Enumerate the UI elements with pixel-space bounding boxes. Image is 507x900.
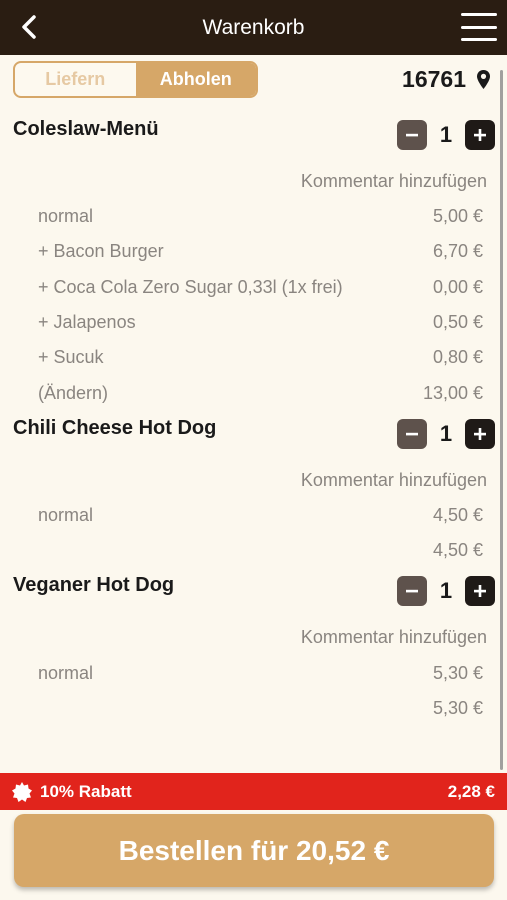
plus-icon [474, 129, 486, 141]
hamburger-line [461, 25, 497, 29]
add-comment-link[interactable]: Kommentar hinzufügen [0, 463, 507, 498]
cart-item: Chili Cheese Hot Dog 1 Kommentar hinzufü… [0, 411, 507, 569]
line-price: 0,80 € [432, 347, 483, 368]
quantity-value: 1 [439, 420, 453, 446]
discount-badge-icon [12, 781, 32, 802]
zip-code: 16761 [402, 65, 466, 92]
discount-amount: 2,28 € [447, 781, 495, 801]
line-label: + Jalapenos [38, 312, 136, 333]
line-price: 6,70 € [432, 241, 483, 262]
plus-icon [474, 585, 486, 598]
hamburger-line [461, 13, 497, 16]
cart-item-header: Chili Cheese Hot Dog 1 [0, 411, 507, 451]
add-comment-link[interactable]: Kommentar hinzufügen [0, 164, 507, 199]
increase-quantity-button[interactable] [465, 120, 495, 150]
minus-icon [406, 590, 418, 593]
item-line: 5,30 € [0, 691, 507, 726]
quantity-stepper: 1 [397, 418, 495, 449]
quantity-value: 1 [439, 578, 453, 604]
scrollbar[interactable] [500, 70, 503, 770]
item-total: 4,50 € [432, 540, 483, 561]
page-title: Warenkorb [202, 15, 305, 39]
item-line: normal 5,00 € [0, 199, 507, 234]
plus-icon [474, 427, 486, 440]
item-total: 5,30 € [432, 697, 483, 718]
top-bar: Warenkorb [0, 0, 507, 55]
hamburger-menu-button[interactable] [461, 13, 497, 41]
line-label: + Sucuk [38, 347, 104, 368]
item-name: Veganer Hot Dog [13, 574, 175, 597]
line-label: normal [38, 662, 94, 683]
item-line: + Jalapenos 0,50 € [0, 305, 507, 340]
item-line: + Sucuk 0,80 € [0, 340, 507, 375]
line-price: 0,00 € [432, 276, 483, 297]
cart-items-list: Coleslaw-Menü 1 Kommentar hinzufügen nor… [0, 112, 507, 726]
delivery-mode-toggle: Liefern Abholen [13, 61, 258, 98]
cart-item-header: Veganer Hot Dog 1 [0, 568, 507, 608]
item-name: Chili Cheese Hot Dog [13, 416, 217, 439]
item-total: 13,00 € [422, 382, 483, 403]
place-order-button[interactable]: Bestellen für 20,52 € [14, 814, 494, 887]
line-label: normal [38, 206, 94, 227]
line-price: 4,50 € [432, 504, 483, 525]
back-button[interactable] [14, 12, 44, 42]
increase-quantity-button[interactable] [465, 418, 495, 449]
item-line: (Ändern) 13,00 € [0, 375, 507, 410]
minus-icon [406, 432, 418, 436]
cart-item-header: Coleslaw-Menü 1 [0, 112, 507, 152]
minus-icon [406, 133, 418, 137]
line-price: 5,00 € [432, 206, 483, 227]
item-line: 4,50 € [0, 533, 507, 568]
item-line: + Coca Cola Zero Sugar 0,33l (1x frei) 0… [0, 270, 507, 305]
item-line: + Bacon Burger 6,70 € [0, 234, 507, 269]
edit-item-link[interactable]: (Ändern) [38, 383, 108, 404]
line-price: 5,30 € [432, 662, 483, 683]
discount-label: 10% Rabatt [40, 781, 132, 801]
quantity-stepper: 1 [397, 576, 495, 607]
location-pin-icon [477, 69, 490, 89]
add-comment-link[interactable]: Kommentar hinzufügen [0, 620, 507, 655]
line-label: + Coca Cola Zero Sugar 0,33l (1x frei) [38, 276, 343, 297]
quantity-stepper: 1 [397, 120, 495, 150]
cart-item: Veganer Hot Dog 1 Kommentar hinzufügen n… [0, 568, 507, 726]
decrease-quantity-button[interactable] [397, 576, 427, 607]
line-price: 0,50 € [432, 312, 483, 333]
decrease-quantity-button[interactable] [397, 418, 427, 449]
hamburger-line [461, 38, 497, 41]
toggle-option-abholen[interactable]: Abholen [135, 63, 256, 96]
decrease-quantity-button[interactable] [397, 120, 427, 150]
line-label: + Bacon Burger [38, 241, 164, 262]
chevron-left-icon [22, 15, 36, 39]
line-label: normal [38, 504, 94, 525]
cart-item: Coleslaw-Menü 1 Kommentar hinzufügen nor… [0, 112, 507, 411]
item-line: normal 5,30 € [0, 655, 507, 690]
discount-label-group: 10% Rabatt [12, 781, 132, 802]
toggle-option-liefern[interactable]: Liefern [15, 63, 136, 96]
increase-quantity-button[interactable] [465, 576, 495, 607]
quantity-value: 1 [439, 122, 453, 147]
item-name: Coleslaw-Menü [13, 118, 159, 140]
discount-banner: 10% Rabatt 2,28 € [0, 773, 507, 810]
location-selector[interactable]: 16761 [402, 63, 491, 95]
item-line: normal 4,50 € [0, 498, 507, 533]
